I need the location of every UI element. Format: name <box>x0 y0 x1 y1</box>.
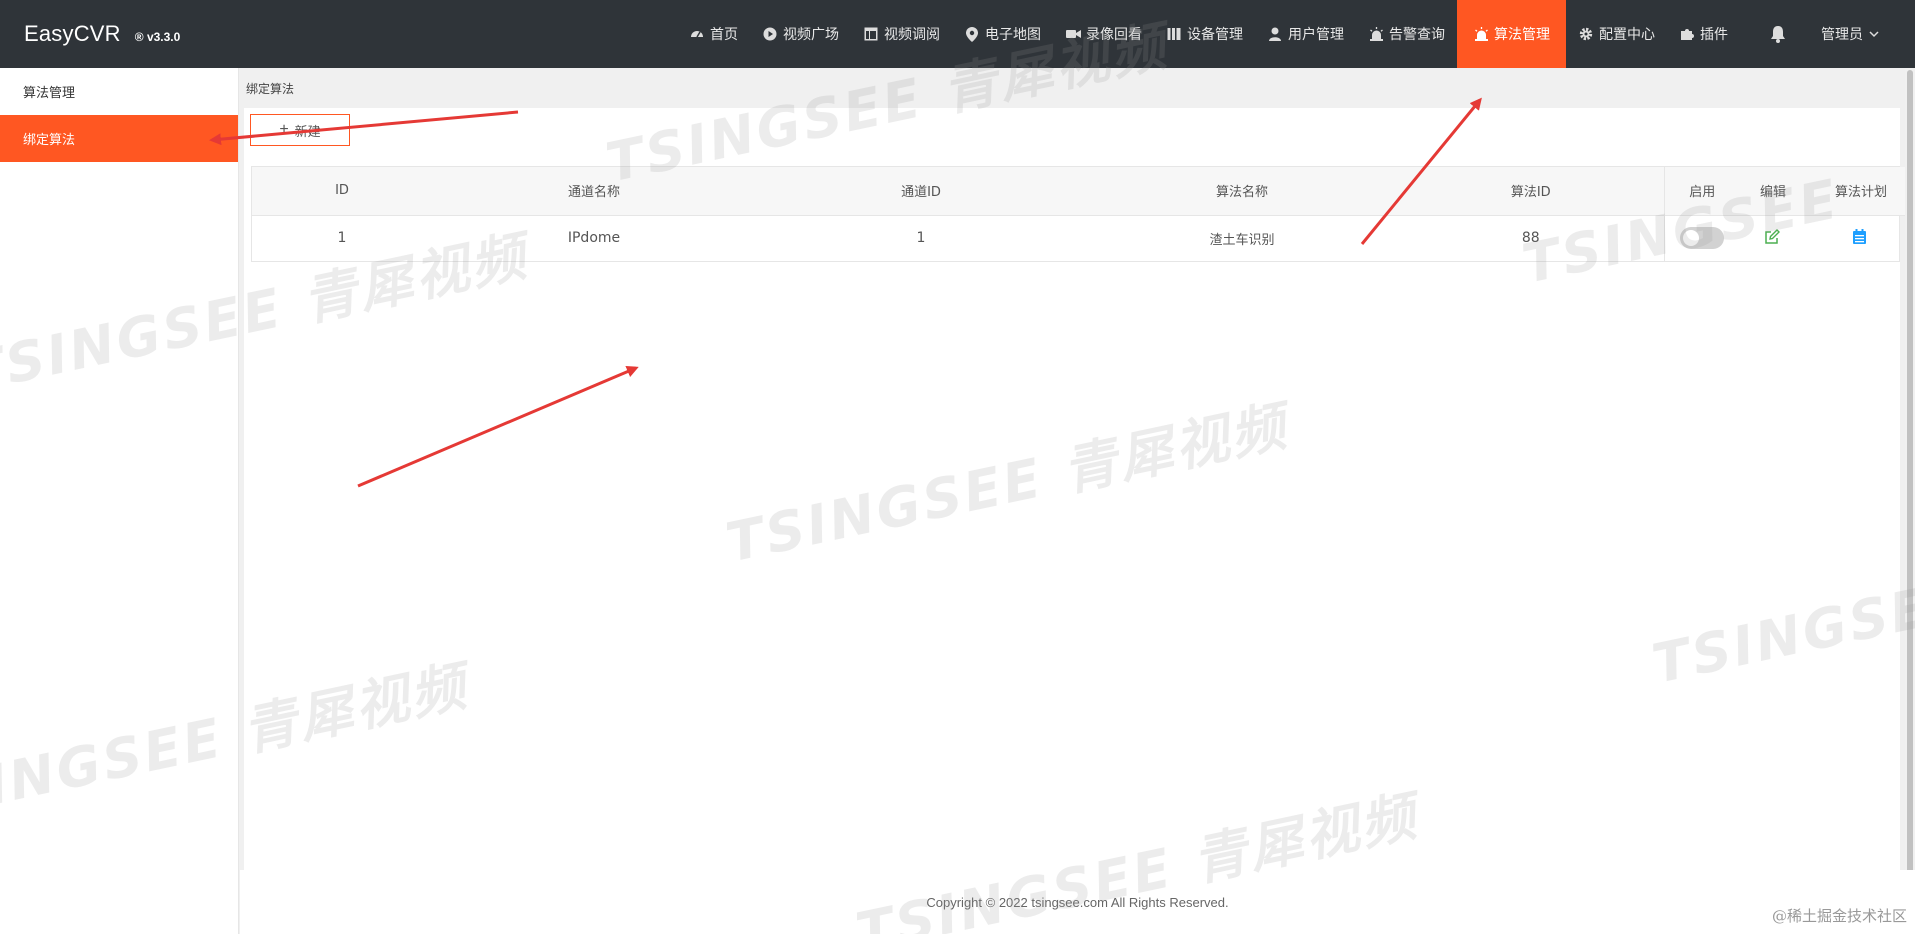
nav-item-video-square[interactable]: 视频广场 <box>750 0 851 68</box>
new-button-label: 新建 <box>294 123 321 139</box>
col-header-id[interactable]: ID <box>252 167 432 216</box>
grid-layout-icon <box>863 26 879 42</box>
table-row: 1 IPdome 1 渣土车识别 88 <box>252 215 1915 261</box>
col-header-algorithm-id[interactable]: 算法ID <box>1398 167 1664 216</box>
chevron-down-icon <box>1869 28 1879 41</box>
play-circle-icon <box>762 26 778 42</box>
nav-item-algorithm[interactable]: 算法管理 <box>1457 0 1566 68</box>
col-header-edit: 编辑 <box>1740 167 1806 216</box>
main-nav: 首页 视频广场 视频调阅 电子地图 录像回看 设备管理 用户管理 告警查询 算法… <box>677 0 1915 68</box>
breadcrumb: 绑定算法 <box>246 81 295 96</box>
nav-label: 用户管理 <box>1288 27 1344 43</box>
nav-item-plugin[interactable]: 插件 <box>1667 0 1740 68</box>
map-pin-icon <box>964 26 980 42</box>
sidebar-item-bind-algorithm[interactable]: 绑定算法 <box>0 115 238 162</box>
nav-item-config[interactable]: 配置中心 <box>1566 0 1667 68</box>
bell-icon <box>1770 26 1786 43</box>
nav-item-home[interactable]: 首页 <box>677 0 750 68</box>
content-panel: + 新建 ID 通道名称 通道ID 算法名称 算法ID 启用 编辑 算法计划 1… <box>244 108 1915 928</box>
cell-channel-name: IPdome <box>567 230 621 247</box>
brand: EasyCVR ® v3.3.0 <box>0 21 240 47</box>
cell-plan <box>1806 215 1915 261</box>
nav-label: 视频调阅 <box>884 27 940 43</box>
admin-menu[interactable]: 管理员 <box>1809 0 1915 68</box>
sidebar-item-label: 绑定算法 <box>23 133 76 148</box>
nav-label: 视频广场 <box>783 27 839 43</box>
main-content: 绑定算法 + 新建 ID 通道名称 通道ID 算法名称 算法ID 启用 编辑 算… <box>240 68 1915 934</box>
plus-icon: + <box>279 121 289 138</box>
copyright-text: Copyright © 2022 tsingsee.com All Rights… <box>926 894 1229 910</box>
cell-edit <box>1740 215 1806 261</box>
sidebar: 算法管理 绑定算法 <box>0 68 239 934</box>
calendar-icon[interactable] <box>1852 229 1870 247</box>
cell-channel-id: 1 <box>916 230 926 247</box>
col-header-plan: 算法计划 <box>1806 167 1915 216</box>
nav-label: 首页 <box>710 27 738 43</box>
new-button[interactable]: + 新建 <box>250 114 350 146</box>
nav-item-playback[interactable]: 录像回看 <box>1053 0 1154 68</box>
nav-label: 设备管理 <box>1187 27 1243 43</box>
cell-algorithm-name: 渣土车识别 <box>1209 232 1275 248</box>
nav-item-user[interactable]: 用户管理 <box>1255 0 1356 68</box>
top-navbar: EasyCVR ® v3.3.0 首页 视频广场 视频调阅 电子地图 录像回看 … <box>0 0 1915 68</box>
nav-item-map[interactable]: 电子地图 <box>952 0 1053 68</box>
nav-label: 插件 <box>1700 27 1728 43</box>
puzzle-icon <box>1679 26 1695 42</box>
app-name: EasyCVR <box>24 21 121 46</box>
device-icon <box>1166 26 1182 42</box>
toggle-knob <box>1683 230 1700 247</box>
edit-icon[interactable] <box>1764 229 1782 247</box>
alarm-light-icon <box>1473 26 1489 42</box>
col-header-channel-id[interactable]: 通道ID <box>756 167 1086 216</box>
cell-enable <box>1663 215 1740 261</box>
footer: Copyright © 2022 tsingsee.com All Rights… <box>240 870 1915 934</box>
cell-id: 1 <box>337 230 347 247</box>
video-camera-icon <box>1065 26 1081 42</box>
nav-label: 录像回看 <box>1086 27 1142 43</box>
col-header-channel-name[interactable]: 通道名称 <box>432 167 756 216</box>
nav-label: 电子地图 <box>985 27 1041 43</box>
admin-label: 管理员 <box>1821 27 1863 43</box>
sidebar-item-label: 算法管理 <box>23 86 76 101</box>
scrollbar-thumb[interactable] <box>1907 70 1913 890</box>
user-icon <box>1267 26 1283 42</box>
page-scrollbar[interactable] <box>1905 68 1915 924</box>
dashboard-icon <box>689 26 705 42</box>
gear-icon <box>1578 26 1594 42</box>
nav-label: 配置中心 <box>1599 27 1655 43</box>
app-version: ® v3.3.0 <box>134 30 181 44</box>
nav-label: 算法管理 <box>1494 27 1550 43</box>
nav-item-device[interactable]: 设备管理 <box>1154 0 1255 68</box>
binding-table: ID 通道名称 通道ID 算法名称 算法ID 启用 编辑 算法计划 删除 1 I <box>251 166 1915 262</box>
table-header-row: ID 通道名称 通道ID 算法名称 算法ID 启用 编辑 算法计划 删除 <box>252 167 1915 216</box>
cell-algorithm-id: 88 <box>1521 230 1540 247</box>
community-credit: @稀土掘金技术社区 <box>1771 907 1907 925</box>
nav-item-alarm[interactable]: 告警查询 <box>1356 0 1457 68</box>
enable-toggle[interactable] <box>1680 227 1725 250</box>
col-header-algorithm-name[interactable]: 算法名称 <box>1086 167 1398 216</box>
notification-bell[interactable] <box>1740 0 1809 68</box>
nav-item-video-review[interactable]: 视频调阅 <box>851 0 952 68</box>
nav-label: 告警查询 <box>1389 27 1445 43</box>
col-header-enable: 启用 <box>1663 167 1740 216</box>
sidebar-item-algorithm-management[interactable]: 算法管理 <box>0 68 238 115</box>
alarm-light-icon <box>1368 26 1384 42</box>
